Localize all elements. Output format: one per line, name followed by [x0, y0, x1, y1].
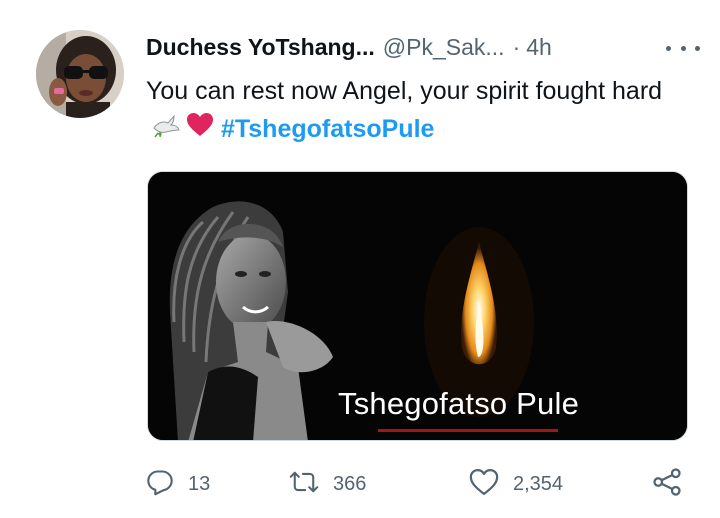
share-icon — [651, 467, 683, 502]
like-count: 2,354 — [513, 472, 564, 495]
tweet-header: Duchess YoTshang... @Pk_Sak... · 4h — [146, 30, 700, 64]
like-button[interactable]: 2,354 — [469, 462, 563, 506]
caption-underline — [378, 429, 558, 432]
reply-icon — [146, 468, 174, 501]
author-handle[interactable]: @Pk_Sak... — [383, 34, 505, 61]
hashtag-link[interactable]: #TshegofatsoPule — [221, 115, 434, 143]
header-separator: · — [512, 33, 521, 60]
tweet-text-main: You can rest now Angel, your spirit foug… — [146, 77, 663, 105]
tweet-actions: 13 366 2,354 — [146, 462, 691, 506]
retweet-button[interactable]: 366 — [289, 462, 366, 506]
avatar-photo — [36, 30, 124, 118]
media-caption: Tshegofatso Pule — [338, 386, 580, 421]
more-icon[interactable] — [666, 38, 700, 58]
red-heart-emoji — [186, 111, 214, 149]
reply-button[interactable]: 13 — [146, 462, 210, 506]
retweet-count: 366 — [333, 472, 367, 495]
tweet-media-image[interactable]: Tshegofatso Pule — [147, 171, 688, 441]
retweet-icon — [289, 468, 319, 501]
reply-count: 13 — [188, 472, 211, 495]
author-display-name[interactable]: Duchess YoTshang... — [146, 34, 375, 61]
share-button[interactable] — [651, 462, 683, 506]
author-avatar[interactable] — [36, 30, 124, 118]
heart-icon — [469, 468, 499, 501]
tweet-timestamp[interactable]: 4h — [526, 34, 552, 61]
tweet-text: You can rest now Angel, your spirit foug… — [146, 72, 691, 149]
dove-emoji — [152, 111, 180, 149]
